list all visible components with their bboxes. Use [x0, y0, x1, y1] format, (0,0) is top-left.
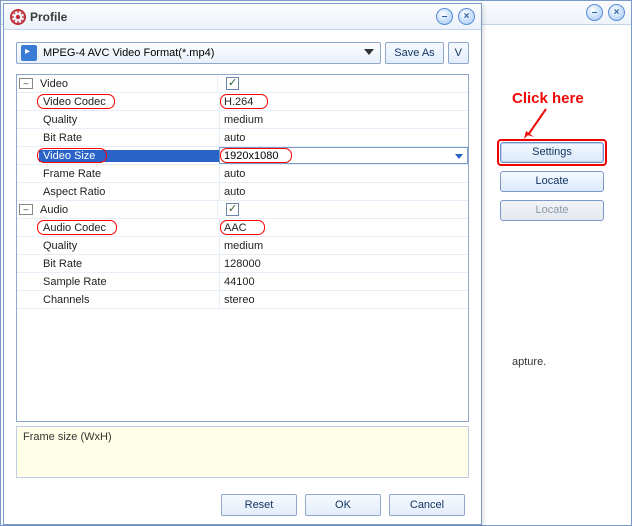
value-bitrate-video[interactable]: auto — [219, 129, 468, 146]
save-as-button[interactable]: Save As — [385, 42, 443, 64]
value-quality-audio[interactable]: medium — [219, 237, 468, 254]
value-frame-rate[interactable]: auto — [219, 165, 468, 182]
ok-button[interactable]: OK — [305, 494, 381, 516]
chevron-down-icon — [364, 49, 374, 55]
profile-minimize-button[interactable]: – — [436, 8, 453, 25]
checkbox-checked-icon[interactable] — [226, 203, 239, 216]
value-sample-rate[interactable]: 44100 — [219, 273, 468, 290]
settings-button[interactable]: Settings — [500, 142, 604, 163]
row-channels[interactable]: Channels stereo — [17, 291, 468, 309]
row-bitrate-audio[interactable]: Bit Rate 128000 — [17, 255, 468, 273]
main-minimize-button[interactable]: – — [586, 4, 603, 21]
row-sample-rate[interactable]: Sample Rate 44100 — [17, 273, 468, 291]
row-aspect-ratio[interactable]: Aspect Ratio auto — [17, 183, 468, 201]
group-video-value[interactable] — [217, 75, 468, 92]
label-sample-rate: Sample Rate — [39, 276, 219, 288]
group-audio[interactable]: – Audio — [17, 201, 468, 219]
row-video-size[interactable]: Video Size 1920x1080 — [17, 147, 468, 165]
locate-button-disabled: Locate — [500, 200, 604, 221]
click-here-annotation: Click here — [512, 90, 584, 107]
label-bitrate-audio: Bit Rate — [39, 258, 219, 270]
value-bitrate-audio[interactable]: 128000 — [219, 255, 468, 272]
row-video-codec[interactable]: Video Codec H.264 — [17, 93, 468, 111]
label-quality-video: Quality — [39, 114, 219, 126]
main-window: – × ? Click here Settings Locate Locate … — [0, 0, 632, 526]
format-icon — [21, 45, 37, 61]
profile-dialog: Profile – × MPEG-4 AVC Video Format(*.mp… — [3, 3, 482, 525]
right-panel: Click here Settings Locate Locate apture… — [481, 25, 631, 525]
label-quality-audio: Quality — [39, 240, 219, 252]
app-logo-icon — [10, 9, 26, 25]
label-bitrate-video: Bit Rate — [39, 132, 219, 144]
profile-close-button[interactable]: × — [458, 8, 475, 25]
main-close-button[interactable]: × — [608, 4, 625, 21]
profile-titlebar: Profile – × — [4, 4, 481, 30]
checkbox-checked-icon[interactable] — [226, 77, 239, 90]
label-video-size: Video Size — [39, 150, 219, 162]
value-channels[interactable]: stereo — [219, 291, 468, 308]
row-quality-video[interactable]: Quality medium — [17, 111, 468, 129]
label-video-codec: Video Codec — [39, 96, 219, 108]
v-button[interactable]: V — [448, 42, 469, 64]
property-description: Frame size (WxH) — [16, 426, 469, 478]
value-aspect-ratio[interactable]: auto — [219, 183, 468, 200]
value-video-codec[interactable]: H.264 — [219, 93, 468, 110]
format-select-value: MPEG-4 AVC Video Format(*.mp4) — [43, 47, 214, 59]
label-audio-codec: Audio Codec — [39, 222, 219, 234]
row-frame-rate[interactable]: Frame Rate auto — [17, 165, 468, 183]
collapse-icon[interactable]: – — [19, 78, 33, 89]
group-video[interactable]: – Video — [17, 75, 468, 93]
value-video-size[interactable]: 1920x1080 — [219, 147, 468, 164]
label-frame-rate: Frame Rate — [39, 168, 219, 180]
group-audio-value[interactable] — [217, 201, 468, 218]
profile-toolbar: MPEG-4 AVC Video Format(*.mp4) Save As V — [16, 42, 469, 66]
arrow-annotation-icon — [516, 107, 556, 143]
group-audio-label: Audio — [36, 204, 217, 216]
capture-text-fragment: apture. — [512, 356, 546, 368]
profile-title: Profile — [30, 10, 67, 24]
reset-button[interactable]: Reset — [221, 494, 297, 516]
group-video-label: Video — [36, 78, 217, 90]
value-audio-codec[interactable]: AAC — [219, 219, 468, 236]
collapse-icon[interactable]: – — [19, 204, 33, 215]
format-select[interactable]: MPEG-4 AVC Video Format(*.mp4) — [16, 42, 381, 64]
row-quality-audio[interactable]: Quality medium — [17, 237, 468, 255]
row-bitrate-video[interactable]: Bit Rate auto — [17, 129, 468, 147]
locate-button[interactable]: Locate — [500, 171, 604, 192]
dialog-button-bar: Reset OK Cancel — [4, 486, 481, 524]
label-channels: Channels — [39, 294, 219, 306]
value-quality-video[interactable]: medium — [219, 111, 468, 128]
property-grid[interactable]: – Video Video Codec H.264 Quality medium… — [16, 74, 469, 422]
label-aspect-ratio: Aspect Ratio — [39, 186, 219, 198]
cancel-button[interactable]: Cancel — [389, 494, 465, 516]
row-audio-codec[interactable]: Audio Codec AAC — [17, 219, 468, 237]
